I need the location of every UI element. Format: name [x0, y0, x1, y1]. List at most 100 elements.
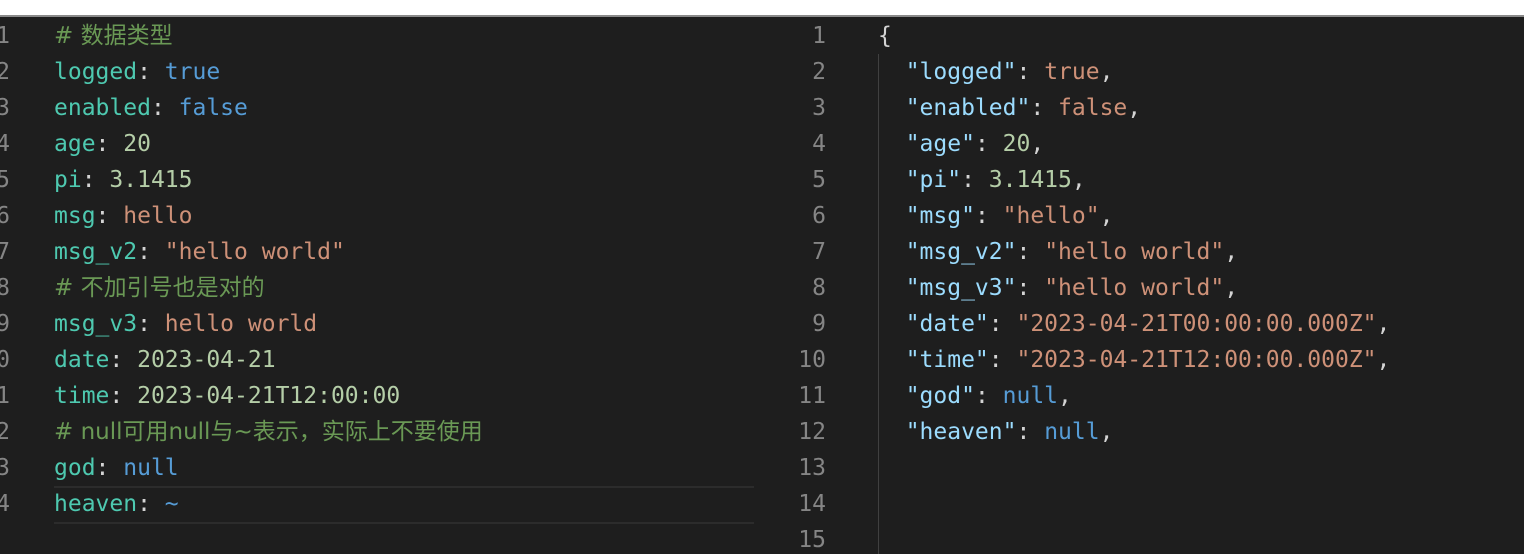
yaml-line-number: 1: [0, 23, 10, 49]
number-value: 20: [123, 131, 151, 157]
json-line-number: 13: [798, 455, 826, 481]
punctuation: :: [137, 239, 165, 265]
punctuation: :: [81, 167, 110, 193]
punctuation: :: [1016, 239, 1045, 265]
comment: # 数据类型: [54, 23, 173, 49]
yaml-code-line[interactable]: pi: 3.1415: [54, 162, 483, 198]
yaml-key: god: [54, 455, 96, 481]
yaml-code-line[interactable]: god: null: [54, 450, 483, 486]
punctuation: :: [109, 383, 138, 409]
punctuation: :: [137, 311, 165, 337]
json-code-line[interactable]: "time": "2023-04-21T12:00:00.000Z",: [878, 342, 1391, 378]
punctuation: ,: [1099, 203, 1114, 229]
yaml-key: msg_v2: [54, 239, 138, 265]
json-code-line[interactable]: "msg": "hello",: [878, 198, 1390, 234]
punctuation: :: [95, 455, 124, 481]
json-code-line[interactable]: [878, 486, 1390, 522]
json-code-line[interactable]: "pi": 3.1415,: [878, 162, 1390, 198]
keyword-value: null: [1044, 419, 1100, 445]
json-code-line[interactable]: "msg_v3": "hello world",: [878, 270, 1390, 306]
json-code-line[interactable]: {: [878, 18, 1390, 54]
number-value: 2023-04-21T12:00:00: [137, 383, 401, 409]
yaml-key: msg_v3: [54, 311, 138, 337]
string-value: "hello world": [1044, 239, 1225, 265]
string-value: "2023-04-21T00:00:00.000Z": [1016, 311, 1377, 337]
json-code-line[interactable]: [878, 450, 1390, 486]
yaml-code-line[interactable]: msg: hello: [54, 198, 483, 234]
yaml-code-line[interactable]: msg_v2: "hello world": [54, 234, 483, 270]
json-line-number: 8: [812, 275, 826, 301]
keyword-value: null: [1002, 383, 1059, 409]
json-code-line[interactable]: "god": null,: [878, 378, 1390, 414]
keyword-value: true: [164, 59, 221, 85]
yaml-code-line[interactable]: age: 20: [54, 126, 483, 162]
punctuation: ,: [1099, 419, 1114, 445]
yaml-line-number: 3: [0, 95, 10, 121]
json-code-line[interactable]: "date": "2023-04-21T00:00:00.000Z",: [878, 306, 1391, 342]
yaml-key: date: [54, 347, 110, 373]
keyword-value: ~: [164, 491, 179, 517]
yaml-editor-pane[interactable]: 12345678901234 # 数据类型 logged: true enabled…: [0, 18, 770, 554]
string-value: true: [1044, 59, 1100, 85]
punctuation: ,: [1071, 167, 1086, 193]
yaml-line-number: 1: [0, 383, 10, 409]
json-code-area[interactable]: { "logged": true, "enabled": false, "age…: [878, 18, 1390, 554]
yaml-code-area[interactable]: # 数据类型 logged: true enabled: false age: 20 p…: [54, 18, 483, 522]
json-line-number: 3: [812, 95, 826, 121]
yaml-code-line[interactable]: logged: true: [54, 54, 483, 90]
punctuation: :: [137, 491, 165, 517]
punctuation: ,: [1058, 383, 1072, 409]
yaml-code-line[interactable]: date: 2023-04-21: [54, 342, 483, 378]
punctuation: :: [95, 131, 124, 157]
yaml-code-line[interactable]: # 数据类型: [54, 18, 483, 54]
yaml-code-line[interactable]: enabled: false: [54, 90, 483, 126]
yaml-line-gutter: 1 2 3 4 5 6 7 8 9 0 1 2 3 4: [0, 18, 10, 522]
json-key: "time": [878, 347, 989, 373]
json-line-number: 11: [798, 383, 826, 409]
json-key: "enabled": [878, 95, 1031, 121]
json-line-number: 2: [812, 59, 826, 85]
punctuation: :: [974, 131, 1003, 157]
json-line-number: 9: [812, 311, 826, 337]
json-key: "msg": [878, 203, 975, 229]
yaml-code-line[interactable]: heaven: ~: [54, 486, 483, 522]
json-line-number: 7: [812, 239, 826, 265]
yaml-key: logged: [54, 59, 138, 85]
yaml-key: msg: [54, 203, 96, 229]
yaml-line-number: 7: [0, 239, 10, 265]
punctuation: {: [878, 23, 892, 49]
json-code-line[interactable]: "msg_v2": "hello world",: [878, 234, 1390, 270]
json-code-line[interactable]: [878, 522, 1390, 554]
punctuation: :: [95, 203, 124, 229]
json-code-line[interactable]: "heaven": null,: [878, 414, 1390, 450]
string-value: "hello world": [1044, 275, 1225, 301]
yaml-code-line[interactable]: # null可用null与~表示，实际上不要使用: [54, 414, 483, 450]
top-window-bar: [0, 0, 1524, 17]
json-key: "age": [878, 131, 975, 157]
yaml-line-number: 2: [0, 59, 10, 85]
string-value: hello world: [164, 311, 318, 337]
number-value: 2023-04-21: [137, 347, 276, 373]
string-value: "hello": [1002, 203, 1100, 229]
json-code-line[interactable]: "age": 20,: [878, 126, 1390, 162]
json-code-line[interactable]: "logged": true,: [878, 54, 1390, 90]
json-key: "msg_v3": [878, 275, 1017, 301]
json-code-line[interactable]: "enabled": false,: [878, 90, 1390, 126]
punctuation: :: [1016, 275, 1045, 301]
punctuation: :: [1016, 419, 1045, 445]
string-value: false: [1058, 95, 1128, 121]
yaml-code-line[interactable]: time: 2023-04-21T12:00:00: [54, 378, 483, 414]
json-line-number: 6: [812, 203, 826, 229]
json-line-number: 5: [812, 167, 826, 193]
keyword-value: null: [123, 455, 179, 481]
number-value: 3.1415: [109, 167, 193, 193]
yaml-code-line[interactable]: # 不加引号也是对的: [54, 270, 483, 306]
string-value: "hello world": [164, 239, 345, 265]
yaml-code-line[interactable]: msg_v3: hello world: [54, 306, 483, 342]
punctuation: :: [137, 59, 165, 85]
json-editor-pane[interactable]: 1 2 3 4 5 6 7 8 9 10 11 12 13 14 15 { "logged": true, …: [770, 18, 1524, 554]
json-key: "heaven": [878, 419, 1017, 445]
json-key: "msg_v2": [878, 239, 1017, 265]
punctuation: :: [988, 311, 1017, 337]
punctuation: ,: [1376, 311, 1391, 337]
